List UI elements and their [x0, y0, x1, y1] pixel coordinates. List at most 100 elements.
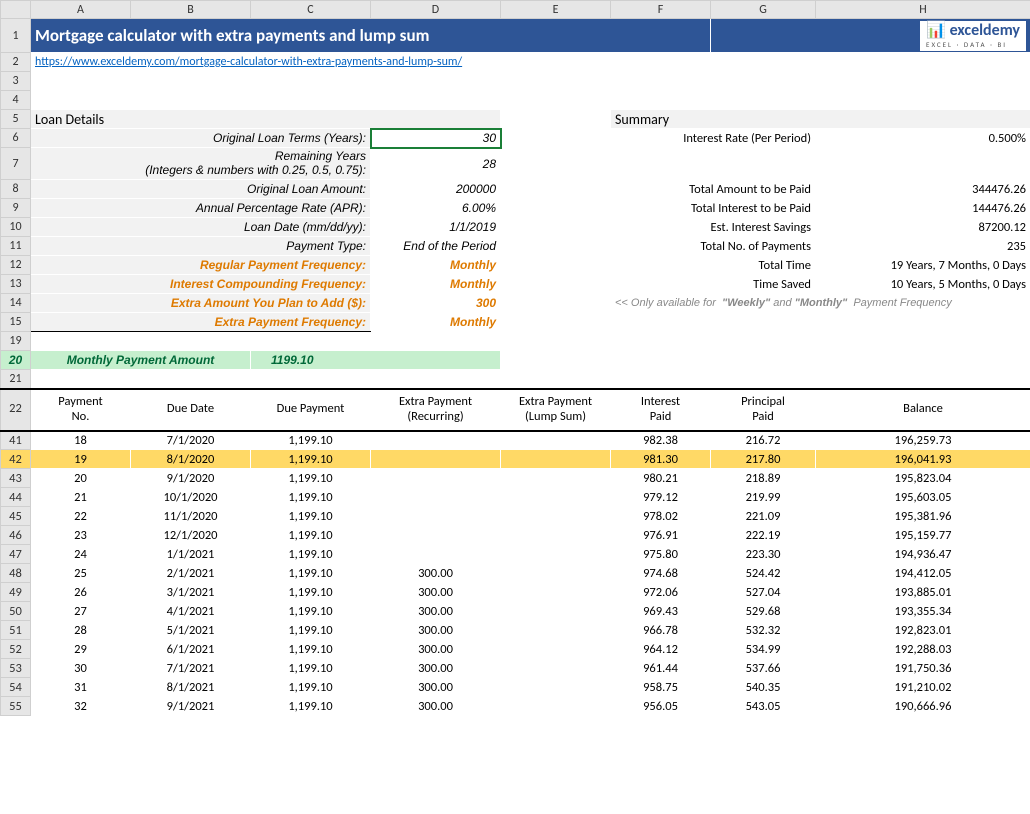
row-50[interactable]: 50 [1, 602, 31, 621]
due-payment[interactable]: 1,199.10 [251, 469, 371, 488]
table-header[interactable]: Balance [816, 389, 1030, 431]
row-55[interactable]: 55 [1, 697, 31, 716]
due-date[interactable]: 5/1/2021 [131, 621, 251, 640]
extra-recurring[interactable] [371, 450, 501, 469]
extra-lump[interactable] [501, 678, 611, 697]
loan-detail-value[interactable]: 30 [371, 129, 501, 148]
due-date[interactable]: 8/1/2021 [131, 678, 251, 697]
balance[interactable]: 191,750.36 [816, 659, 1030, 678]
extra-lump[interactable] [501, 507, 611, 526]
row-13[interactable]: 13 [1, 275, 31, 294]
table-header[interactable]: Extra Payment(Lump Sum) [501, 389, 611, 431]
extra-recurring[interactable]: 300.00 [371, 602, 501, 621]
balance[interactable]: 195,603.05 [816, 488, 1030, 507]
due-date[interactable]: 11/1/2020 [131, 507, 251, 526]
select-all[interactable] [1, 1, 31, 19]
payment-no[interactable]: 29 [31, 640, 131, 659]
loan-detail-value[interactable]: 28 [371, 148, 501, 180]
row-22[interactable]: 22 [1, 389, 31, 431]
summary-value[interactable]: 0.500% [816, 129, 1030, 148]
balance[interactable]: 195,381.96 [816, 507, 1030, 526]
interest-paid[interactable]: 978.02 [611, 507, 711, 526]
row-43[interactable]: 43 [1, 469, 31, 488]
balance[interactable]: 193,355.34 [816, 602, 1030, 621]
interest-paid[interactable]: 980.21 [611, 469, 711, 488]
blank[interactable] [501, 148, 611, 180]
due-date[interactable]: 10/1/2020 [131, 488, 251, 507]
table-header[interactable]: Due Payment [251, 389, 371, 431]
extra-recurring[interactable]: 300.00 [371, 621, 501, 640]
payment-no[interactable]: 31 [31, 678, 131, 697]
principal-paid[interactable]: 527.04 [711, 583, 816, 602]
principal-paid[interactable]: 219.99 [711, 488, 816, 507]
due-payment[interactable]: 1,199.10 [251, 602, 371, 621]
extra-lump[interactable] [501, 526, 611, 545]
blank[interactable] [501, 237, 611, 256]
row-19[interactable]: 19 [1, 332, 31, 351]
loan-detail-value[interactable]: End of the Period [371, 237, 501, 256]
balance[interactable]: 196,259.73 [816, 431, 1030, 450]
due-date[interactable]: 1/1/2021 [131, 545, 251, 564]
extra-lump[interactable] [501, 488, 611, 507]
col-D[interactable]: D [371, 1, 501, 19]
loan-detail-value[interactable]: Monthly [371, 313, 501, 332]
due-payment[interactable]: 1,199.10 [251, 697, 371, 716]
extra-recurring[interactable]: 300.00 [371, 583, 501, 602]
blank[interactable] [501, 313, 611, 332]
blank[interactable] [501, 180, 611, 199]
row-1[interactable]: 1 [1, 19, 31, 53]
blank[interactable] [501, 199, 611, 218]
row-4[interactable]: 4 [1, 91, 31, 110]
extra-recurring[interactable] [371, 488, 501, 507]
table-header[interactable]: Due Date [131, 389, 251, 431]
row-7[interactable]: 7 [1, 148, 31, 180]
loan-detail-value[interactable]: 200000 [371, 180, 501, 199]
loan-detail-value[interactable]: Monthly [371, 275, 501, 294]
blank[interactable] [501, 256, 611, 275]
extra-recurring[interactable] [371, 545, 501, 564]
payment-no[interactable]: 20 [31, 469, 131, 488]
due-date[interactable]: 12/1/2020 [131, 526, 251, 545]
row-11[interactable]: 11 [1, 237, 31, 256]
interest-paid[interactable]: 976.91 [611, 526, 711, 545]
interest-paid[interactable]: 979.12 [611, 488, 711, 507]
extra-recurring[interactable]: 300.00 [371, 659, 501, 678]
interest-paid[interactable]: 958.75 [611, 678, 711, 697]
extra-recurring[interactable]: 300.00 [371, 640, 501, 659]
extra-lump[interactable] [501, 469, 611, 488]
summary-value[interactable]: 10 Years, 5 Months, 0 Days [816, 275, 1030, 294]
due-payment[interactable]: 1,199.10 [251, 507, 371, 526]
interest-paid[interactable]: 964.12 [611, 640, 711, 659]
blank[interactable] [31, 91, 1030, 110]
interest-paid[interactable]: 969.43 [611, 602, 711, 621]
due-date[interactable]: 7/1/2021 [131, 659, 251, 678]
extra-lump[interactable] [501, 450, 611, 469]
extra-lump[interactable] [501, 564, 611, 583]
row-10[interactable]: 10 [1, 218, 31, 237]
due-date[interactable]: 2/1/2021 [131, 564, 251, 583]
due-date[interactable]: 7/1/2020 [131, 431, 251, 450]
table-header[interactable]: Extra Payment(Recurring) [371, 389, 501, 431]
extra-recurring[interactable]: 300.00 [371, 697, 501, 716]
balance[interactable]: 195,159.77 [816, 526, 1030, 545]
row-42[interactable]: 42 [1, 450, 31, 469]
row-54[interactable]: 54 [1, 678, 31, 697]
col-C[interactable]: C [251, 1, 371, 19]
due-date[interactable]: 9/1/2020 [131, 469, 251, 488]
principal-paid[interactable]: 217.80 [711, 450, 816, 469]
blank[interactable] [501, 294, 611, 313]
extra-recurring[interactable]: 300.00 [371, 678, 501, 697]
due-date[interactable]: 9/1/2021 [131, 697, 251, 716]
summary-value[interactable]: 235 [816, 237, 1030, 256]
row-8[interactable]: 8 [1, 180, 31, 199]
balance[interactable]: 195,823.04 [816, 469, 1030, 488]
due-payment[interactable]: 1,199.10 [251, 526, 371, 545]
payment-no[interactable]: 30 [31, 659, 131, 678]
interest-paid[interactable]: 974.68 [611, 564, 711, 583]
principal-paid[interactable]: 540.35 [711, 678, 816, 697]
row-44[interactable]: 44 [1, 488, 31, 507]
row-21[interactable]: 21 [1, 370, 31, 389]
extra-lump[interactable] [501, 659, 611, 678]
balance[interactable]: 196,041.93 [816, 450, 1030, 469]
loan-detail-value[interactable]: 6.00% [371, 199, 501, 218]
